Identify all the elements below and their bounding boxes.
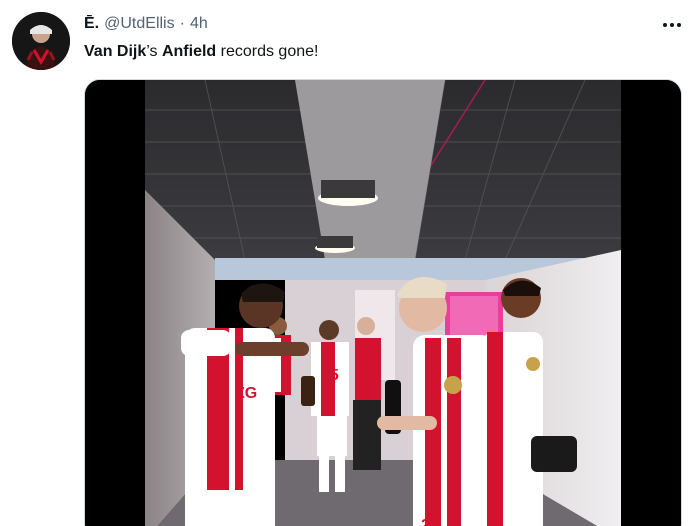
- more-horizontal-icon: [663, 23, 681, 27]
- tweet-text: Van Dijk’s Anfield records gone!: [84, 41, 318, 63]
- user-handle[interactable]: @UtdEllis: [104, 15, 174, 33]
- separator-dot: ·: [179, 15, 185, 32]
- avatar[interactable]: [12, 12, 70, 70]
- avatar-image: [12, 12, 70, 70]
- tweet-video[interactable]: 35 ZG 20: [84, 79, 682, 526]
- tweet-text-possessive: ’s: [146, 43, 162, 60]
- video-frame: 35 ZG 20: [85, 80, 681, 526]
- tweet: Ē. @UtdEllis · 4h Van Dijk’s Anfield rec…: [0, 0, 700, 526]
- tweet-text-rest: records gone!: [216, 43, 319, 60]
- tweet-text-bold-name: Van Dijk: [84, 43, 147, 60]
- display-name[interactable]: Ē.: [84, 15, 99, 33]
- more-options-button[interactable]: [655, 12, 689, 38]
- jersey-number-front: 20: [421, 517, 439, 526]
- jersey-number-back: 35: [321, 367, 339, 384]
- timestamp[interactable]: 4h: [190, 15, 208, 33]
- tweet-text-bold-place: Anfield: [161, 43, 217, 60]
- svg-text:ZG: ZG: [235, 385, 257, 402]
- tweet-header: Ē. @UtdEllis · 4h: [84, 13, 208, 35]
